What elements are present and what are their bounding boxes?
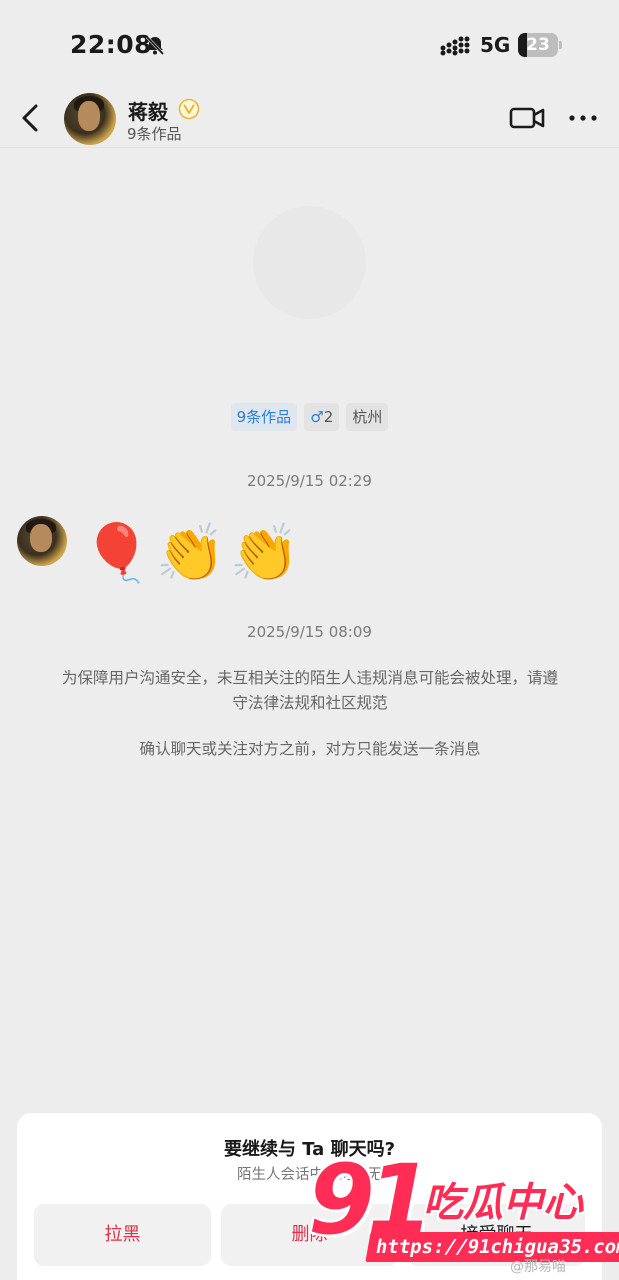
video-camera-icon[interactable] <box>508 104 546 132</box>
status-time: 22:08 <box>70 30 153 59</box>
contact-avatar[interactable] <box>64 93 116 145</box>
weibo-watermark: @那易喵 <box>510 1259 566 1275</box>
tag-works[interactable]: 9条作品 <box>230 403 298 431</box>
message-timestamp: 2025/9/15 08:09 <box>247 623 372 641</box>
block-button[interactable]: 拉黑 <box>34 1204 211 1266</box>
signal-icon <box>440 36 470 56</box>
profile-placeholder <box>253 206 366 319</box>
works-count: 9条作品 <box>127 125 182 143</box>
chat-header: 蒋毅 9条作品 <box>0 90 619 148</box>
tag-city: 杭州 <box>346 403 389 431</box>
safety-notice: 为保障用户沟通安全，未互相关注的陌生人违规消息可能会被处理，请遵守法律法规和社区… <box>61 669 558 712</box>
watermark-url: https://91chigua35.com <box>365 1232 619 1262</box>
verified-v-icon <box>178 98 200 120</box>
emoji-message[interactable]: 🎈👏👏 <box>82 514 303 594</box>
message-timestamp: 2025/9/15 02:29 <box>247 472 372 490</box>
message-limit-notice: 确认聊天或关注对方之前，对方只能发送一条消息 <box>139 740 481 758</box>
more-dots-icon[interactable] <box>566 104 600 132</box>
status-bar: 22:08 5G 23 <box>0 0 619 90</box>
tag-gender-age: ♂2 <box>304 403 340 431</box>
back-arrow-icon[interactable] <box>16 100 48 136</box>
battery-level: 23 <box>526 35 550 55</box>
bell-mute-icon <box>145 35 165 56</box>
network-type: 5G <box>480 33 511 57</box>
battery-indicator: 23 <box>518 33 562 57</box>
sender-avatar[interactable] <box>17 516 67 566</box>
tag-age: 2 <box>323 408 334 426</box>
watermark-logo: 91 吃瓜中心 https://91chigua35.com <box>308 1150 619 1270</box>
male-icon: ♂ <box>310 408 324 426</box>
watermark-brand: 吃瓜中心 <box>423 1180 583 1226</box>
contact-name[interactable]: 蒋毅 <box>128 96 168 125</box>
profile-tags: 9条作品 ♂2 杭州 <box>0 403 619 431</box>
